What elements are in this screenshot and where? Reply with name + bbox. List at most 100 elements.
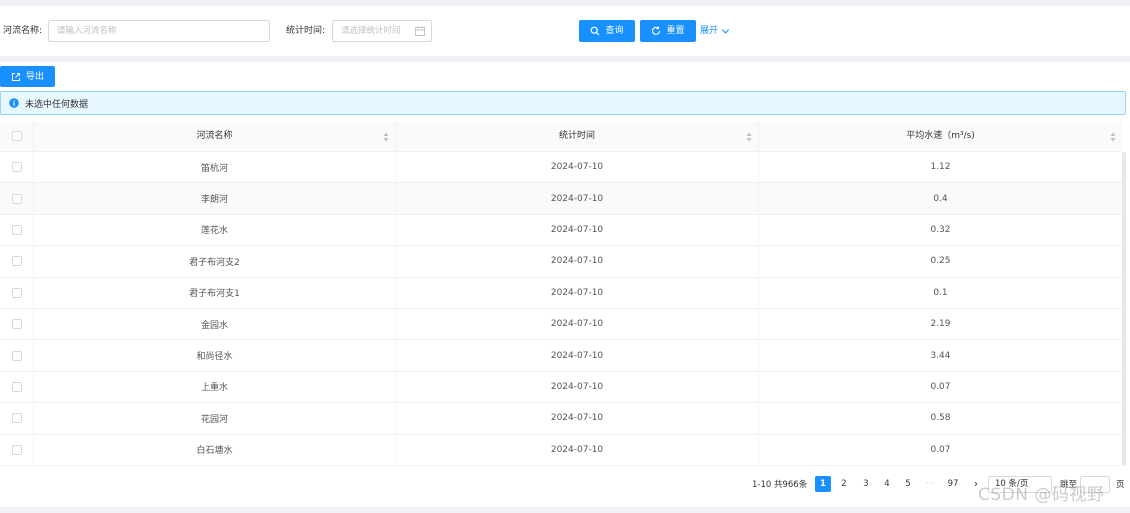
page-4[interactable]: 4: [879, 476, 895, 492]
row-select-cell: [0, 340, 34, 371]
header-river-name[interactable]: 河流名称: [34, 121, 396, 152]
row-checkbox[interactable]: [11, 350, 22, 361]
row-select-cell: [0, 183, 34, 214]
cell-avg-speed: 2.19: [930, 319, 951, 330]
header-avg-speed[interactable]: 平均水速（m³/s): [759, 121, 1122, 152]
cell-avg-speed: 3.44: [930, 350, 951, 361]
row-select-cell: [0, 434, 34, 465]
query-button[interactable]: 查询: [579, 20, 635, 42]
row-checkbox[interactable]: [11, 224, 22, 235]
expand-toggle[interactable]: 展开: [700, 20, 730, 42]
table-body: 笛杭河 2024-07-10 1.12 李朗河 2024-07-10 0.4 莲…: [0, 152, 1122, 466]
select-all-checkbox[interactable]: [11, 131, 22, 141]
river-name-input[interactable]: 请输入河流名称: [48, 20, 270, 42]
table-row[interactable]: 花园河 2024-07-10 0.58: [0, 403, 1122, 435]
row-select-cell: [0, 246, 34, 277]
cell-avg-speed: 0.4: [933, 193, 948, 204]
header-select-all: [0, 121, 34, 152]
header-stat-time[interactable]: 统计时间: [396, 121, 759, 152]
row-select-cell: [0, 403, 34, 434]
stat-time-picker[interactable]: 请选择统计时间: [332, 20, 432, 42]
row-select-cell: [0, 277, 34, 308]
row-checkbox[interactable]: [11, 319, 22, 330]
page-2[interactable]: 2: [836, 476, 852, 492]
row-select-cell: [0, 371, 34, 403]
row-checkbox[interactable]: [11, 193, 22, 204]
page-size-select[interactable]: 10 条/页: [988, 476, 1052, 493]
alert-text: 未选中任何数据: [25, 99, 89, 110]
row-select-cell: [0, 214, 34, 246]
table-row[interactable]: 白石塘水 2024-07-10 0.07: [0, 434, 1122, 466]
data-panel: 导出 未选中任何数据 河流名称 统计时间 平均水速（m³/s) 笛杭河 2024…: [0, 62, 1130, 507]
sort-icon[interactable]: [746, 132, 752, 142]
pagination-total: 1-10 共966条: [752, 480, 808, 490]
chevron-down-icon: [721, 28, 730, 34]
sort-icon[interactable]: [1110, 132, 1116, 142]
table-row[interactable]: 君子布河支1 2024-07-10 0.1: [0, 277, 1122, 309]
header-avg-speed-label: 平均水速（m³/s): [906, 131, 975, 141]
cell-stat-time: 2024-07-10: [396, 183, 759, 214]
cell-river-name: 李朗河: [34, 183, 396, 214]
cell-avg-speed: 0.1: [933, 287, 948, 298]
export-button[interactable]: 导出: [0, 66, 55, 87]
pagination: 1-10 共966条 1 2 3 4 5 ··· 97 › 10 条/页 跳至 …: [0, 476, 1130, 494]
row-checkbox[interactable]: [11, 162, 22, 173]
row-checkbox[interactable]: [11, 287, 22, 298]
table-row[interactable]: 笛杭河 2024-07-10 1.12: [0, 152, 1122, 184]
page-last[interactable]: 97: [945, 476, 961, 492]
page-5[interactable]: 5: [900, 476, 916, 492]
header-river-name-label: 河流名称: [196, 131, 233, 141]
cell-river-name: 莲花水: [34, 214, 396, 246]
cell-river-name: 笛杭河: [34, 152, 396, 183]
search-icon: [591, 26, 600, 36]
river-speed-table: 河流名称 统计时间 平均水速（m³/s) 笛杭河 2024-07-10 1.12…: [0, 121, 1122, 466]
cell-stat-time: 2024-07-10: [396, 277, 759, 308]
cell-avg-speed: 0.58: [930, 413, 951, 424]
cell-stat-time: 2024-07-10: [396, 434, 759, 465]
cell-avg-speed: 0.32: [930, 224, 951, 235]
cell-river-name: 和尚径水: [34, 340, 396, 371]
query-label: 查询: [605, 26, 624, 36]
table-row[interactable]: 上重水 2024-07-10 0.07: [0, 371, 1122, 404]
river-name-label: 河流名称:: [3, 26, 43, 36]
cell-stat-time: 2024-07-10: [396, 214, 759, 246]
page-ellipsis[interactable]: ···: [922, 476, 938, 492]
calendar-icon: [415, 26, 425, 36]
table-row[interactable]: 莲花水 2024-07-10 0.32: [0, 214, 1122, 247]
river-name-placeholder: 请输入河流名称: [57, 26, 117, 36]
jump-label: 跳至: [1060, 480, 1078, 490]
row-select-cell: [0, 152, 34, 183]
reset-button[interactable]: 重置: [640, 20, 696, 42]
row-checkbox[interactable]: [11, 256, 22, 267]
cell-river-name: 金园水: [34, 308, 396, 340]
table-scrollbar[interactable]: [1122, 152, 1126, 466]
row-checkbox[interactable]: [11, 444, 22, 455]
export-icon: [11, 72, 20, 81]
table-row[interactable]: 李朗河 2024-07-10 0.4: [0, 183, 1122, 215]
export-label: 导出: [25, 71, 44, 82]
table-row[interactable]: 和尚径水 2024-07-10 3.44: [0, 340, 1122, 372]
cell-avg-speed: 0.07: [930, 381, 951, 392]
selection-alert: 未选中任何数据: [0, 91, 1126, 115]
table-row[interactable]: 君子布河支2 2024-07-10 0.25: [0, 246, 1122, 278]
table-header: 河流名称 统计时间 平均水速（m³/s): [0, 121, 1122, 152]
row-checkbox[interactable]: [11, 381, 22, 392]
stat-time-label: 统计时间:: [286, 26, 326, 36]
cell-stat-time: 2024-07-10: [396, 371, 759, 403]
expand-label: 展开: [700, 26, 719, 36]
cell-stat-time: 2024-07-10: [396, 340, 759, 371]
cell-river-name: 上重水: [34, 371, 396, 403]
cell-stat-time: 2024-07-10: [396, 246, 759, 277]
jump-input[interactable]: [1080, 476, 1110, 493]
reload-icon: [652, 26, 661, 36]
page-3[interactable]: 3: [858, 476, 874, 492]
cell-avg-speed: 0.07: [930, 444, 951, 455]
cell-stat-time: 2024-07-10: [396, 152, 759, 183]
sort-icon[interactable]: [383, 132, 389, 142]
page-size-label: 10 条/页: [995, 479, 1029, 489]
page-1[interactable]: 1: [815, 476, 831, 492]
cell-stat-time: 2024-07-10: [396, 308, 759, 340]
next-page-button[interactable]: ›: [968, 476, 984, 492]
table-row[interactable]: 金园水 2024-07-10 2.19: [0, 308, 1122, 341]
row-checkbox[interactable]: [11, 413, 22, 424]
